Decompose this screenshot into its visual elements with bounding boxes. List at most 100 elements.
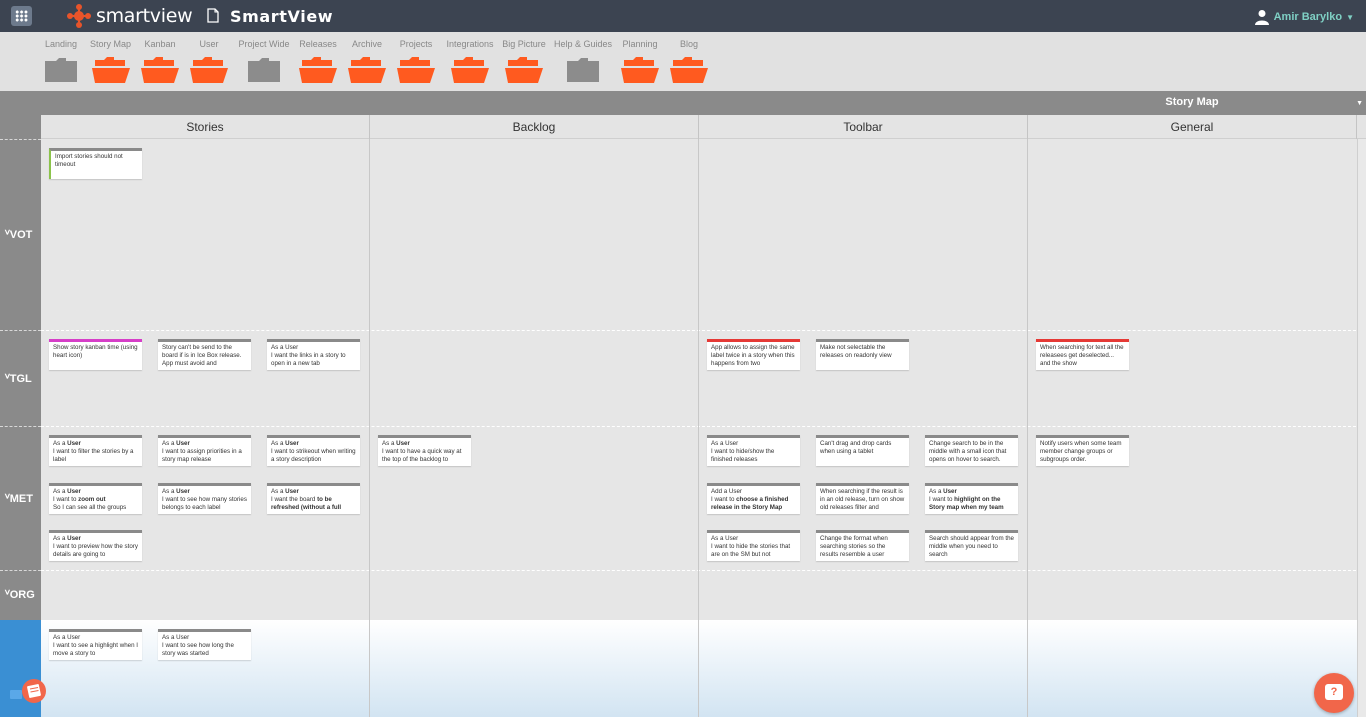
card-text: As a: [162, 488, 177, 495]
card-text: Show story kanban time (using heart icon…: [53, 344, 138, 360]
folder-big-picture[interactable]: Big Picture: [502, 38, 546, 83]
card-text: Notify users when some team member chang…: [1040, 440, 1122, 464]
card-text: I want to have a quick way at the top of…: [382, 448, 462, 464]
card-text: User: [943, 488, 957, 495]
row-label-tgl[interactable]: ⱽTGL: [0, 330, 41, 426]
folder-story-map[interactable]: Story Map: [89, 38, 132, 83]
story-card[interactable]: Show story kanban time (using heart icon…: [49, 339, 142, 370]
story-card[interactable]: As a User I want to have a quick way at t…: [378, 435, 471, 466]
folder-releases[interactable]: Releases: [299, 38, 337, 83]
card-text: I want to: [53, 496, 79, 504]
user-menu[interactable]: Amir Barylko ▼: [1254, 9, 1354, 25]
story-card[interactable]: Change the format when searching stories…: [816, 530, 909, 561]
card-text: I want to see a highlight when I move a …: [53, 642, 138, 658]
folder-label: Big Picture: [502, 39, 546, 49]
scrollbar[interactable]: [1357, 139, 1366, 717]
card-text: As a: [162, 440, 177, 447]
row-label-met[interactable]: ⱽMET: [0, 426, 41, 570]
story-card[interactable]: When searching if the result is in an ol…: [816, 483, 909, 514]
folder-integrations[interactable]: Integrations: [445, 38, 495, 83]
story-card[interactable]: As a User I want to preview how the story…: [49, 530, 142, 561]
story-card[interactable]: As a User I want to see a highlight when …: [49, 629, 142, 660]
column-header-backlog[interactable]: Backlog: [370, 115, 699, 139]
logo-text[interactable]: smartview: [96, 5, 193, 27]
row-divider: [41, 570, 1366, 571]
folder-label: User: [199, 39, 219, 49]
story-card[interactable]: As a User I want to see how many stories …: [158, 483, 251, 514]
story-card[interactable]: Notify users when some team member chang…: [1036, 435, 1129, 466]
card-text: zoom out: [78, 496, 106, 504]
story-card[interactable]: As a User I want to see how long the stor…: [158, 629, 251, 660]
folder-project-wide[interactable]: Project Wide: [236, 38, 292, 83]
card-text: As a: [271, 488, 286, 495]
folder-blog[interactable]: Blog: [670, 38, 708, 83]
folder-icon: [190, 57, 228, 83]
column-header-stories[interactable]: Stories: [41, 115, 370, 139]
story-card[interactable]: As a User I want to strikeout when writin…: [267, 435, 360, 466]
card-text: I want to assign priorities in a story m…: [162, 448, 242, 464]
folder-projects[interactable]: Projects: [397, 38, 435, 83]
story-card[interactable]: Search should appear from the middle whe…: [925, 530, 1018, 561]
row-divider: [41, 426, 1366, 427]
story-card[interactable]: As a User I want to assign priorities in …: [158, 435, 251, 466]
folder-icon: [299, 57, 337, 83]
row-label-org[interactable]: ⱽORG: [0, 570, 41, 620]
folder-kanban[interactable]: Kanban: [141, 38, 179, 83]
story-card[interactable]: Import stories should not timeout: [49, 148, 142, 179]
chat-icon[interactable]: [10, 678, 46, 706]
story-card[interactable]: As a User I want to hide/show the finishe…: [707, 435, 800, 466]
folder-planning[interactable]: Planning: [620, 38, 660, 83]
story-card[interactable]: App allows to assign the same label twic…: [707, 339, 800, 370]
card-text: User: [285, 440, 299, 447]
story-card[interactable]: Make not selectable the releases on read…: [816, 339, 909, 370]
card-text: I want to see how many stories belongs t…: [162, 496, 247, 512]
card-text: User: [67, 535, 81, 542]
folder-label: Project Wide: [238, 39, 290, 49]
story-card[interactable]: As a User I want to zoom out So I can see …: [49, 483, 142, 514]
card-text: App allows to assign the same label twic…: [711, 344, 795, 368]
column-header-toolbar[interactable]: Toolbar: [699, 115, 1028, 139]
row-divider: [41, 330, 1366, 331]
folder-icon: [621, 57, 659, 83]
row-label-vot[interactable]: ⱽVOT: [0, 139, 41, 330]
story-card[interactable]: When searching for text all the releasee…: [1036, 339, 1129, 370]
story-card[interactable]: As a User I want to hide the stories that…: [707, 530, 800, 561]
card-text: Can't drag and drop cards when using a t…: [820, 440, 892, 456]
folder-help-guides[interactable]: Help & Guides: [554, 38, 612, 83]
logo-icon[interactable]: [66, 3, 92, 29]
story-card[interactable]: Add a User I want to choose a finished re…: [707, 483, 800, 514]
caret-down-icon[interactable]: ▼: [1356, 100, 1363, 107]
card-text: As a: [53, 488, 68, 495]
story-card[interactable]: As a User I want to filter the stories by…: [49, 435, 142, 466]
card-text: As a User: [271, 344, 299, 351]
story-card[interactable]: As a User I want to highlight on the Stor…: [925, 483, 1018, 514]
user-icon: [1254, 10, 1269, 25]
story-card[interactable]: Can't drag and drop cards when using a t…: [816, 435, 909, 466]
folder-icon: [567, 58, 599, 82]
help-button[interactable]: ?: [1314, 673, 1354, 713]
user-name[interactable]: Amir Barylko: [1274, 11, 1342, 23]
story-card[interactable]: Change search to be in the middle with a…: [925, 435, 1018, 466]
folder-archive[interactable]: Archive: [348, 38, 386, 83]
card-text: I want to filter the stories by a label: [53, 448, 134, 464]
grid-icon[interactable]: [11, 6, 32, 26]
folder-landing[interactable]: Landing: [44, 38, 78, 83]
folder-icon: [141, 57, 179, 83]
story-card[interactable]: Story can't be send to the board if is i…: [158, 339, 251, 370]
folder-icon: [348, 57, 386, 83]
column-header-general[interactable]: General: [1028, 115, 1357, 139]
card-text: I want to hide/show the finished release…: [711, 448, 775, 464]
card-text: Make not selectable the releases on read…: [820, 344, 892, 360]
story-card[interactable]: As a User I want the links in a story to …: [267, 339, 360, 370]
card-text: User: [176, 440, 190, 447]
folder-label: Archive: [351, 39, 382, 49]
caret-down-icon[interactable]: ▼: [1346, 13, 1354, 22]
folder-user[interactable]: User: [190, 38, 228, 83]
top-bar: smartview SmartView Amir Barylko ▼: [0, 0, 1366, 32]
folder-label: Kanban: [144, 39, 176, 49]
card-text: I want to see how long the story was sta…: [162, 642, 234, 658]
card-text: Story can't be send to the board if is i…: [162, 344, 242, 368]
story-card[interactable]: As a User I want the board to be refreshe…: [267, 483, 360, 514]
document-icon: [207, 8, 219, 23]
card-text: As a User: [162, 634, 190, 641]
